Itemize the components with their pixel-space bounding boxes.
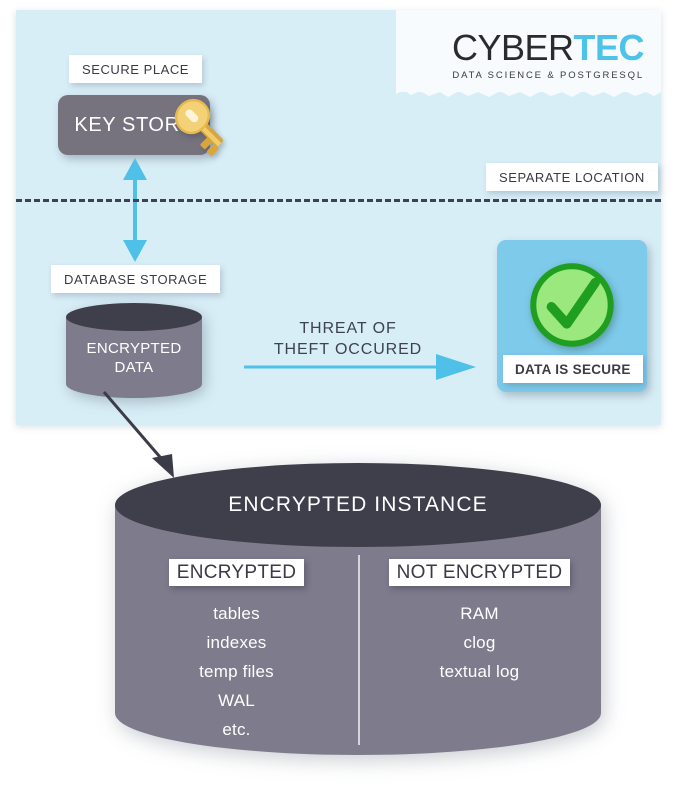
logo-tagline: DATA SCIENCE & POSTGRESQL	[452, 70, 644, 81]
green-check-icon	[530, 263, 614, 347]
list-item: textual log	[439, 662, 520, 681]
instance-title: ENCRYPTED INSTANCE	[228, 493, 488, 516]
logo-wordmark: CYBERTEC	[451, 27, 645, 68]
cybertec-logo: CYBERTEC DATA SCIENCE & POSTGRESQL	[451, 27, 645, 81]
dashed-separator	[16, 199, 661, 202]
logo-cyber-text: CYBER	[451, 27, 574, 68]
key-sync-double-arrow	[123, 158, 147, 262]
not-encrypted-column-items: RAM clog textual log	[358, 599, 601, 686]
list-item: clog	[463, 633, 496, 652]
encrypted-data-line1: ENCRYPTED	[86, 340, 182, 357]
list-item: etc.	[222, 720, 251, 739]
label-secure-place: SECURE PLACE	[69, 55, 203, 83]
torn-edge-icon	[396, 87, 661, 97]
cylinder-top	[66, 303, 202, 331]
list-item: WAL	[218, 691, 255, 710]
encrypted-data-label: ENCRYPTED DATA	[66, 339, 202, 377]
label-database-storage: DATABASE STORAGE	[51, 265, 221, 293]
list-item: tables	[213, 604, 260, 623]
encrypted-data-line2: DATA	[114, 359, 154, 376]
threat-line1: THREAT OF	[299, 320, 397, 337]
list-item: indexes	[206, 633, 267, 652]
logo-tec-text: TEC	[573, 27, 645, 68]
list-item: temp files	[199, 662, 274, 681]
label-data-is-secure: DATA IS SECURE	[503, 355, 643, 383]
encrypted-column-items: tables indexes temp files WAL etc.	[115, 599, 358, 744]
label-separate-location: SEPARATE LOCATION	[486, 163, 658, 191]
key-icon	[174, 98, 224, 156]
not-encrypted-column-header: NOT ENCRYPTED	[388, 559, 571, 586]
encrypted-column: ENCRYPTED tables indexes temp files WAL …	[115, 559, 358, 744]
top-blue-panel: CYBERTEC DATA SCIENCE & POSTGRESQL SECUR…	[16, 10, 661, 425]
not-encrypted-column: NOT ENCRYPTED RAM clog textual log	[358, 559, 601, 686]
encrypted-instance-cylinder: ENCRYPTED INSTANCE ENCRYPTED tables inde…	[115, 463, 601, 755]
list-item: RAM	[460, 604, 499, 623]
encrypted-data-cylinder: ENCRYPTED DATA	[66, 303, 202, 398]
threat-arrow	[244, 354, 476, 380]
encrypted-column-header: ENCRYPTED	[168, 559, 305, 586]
